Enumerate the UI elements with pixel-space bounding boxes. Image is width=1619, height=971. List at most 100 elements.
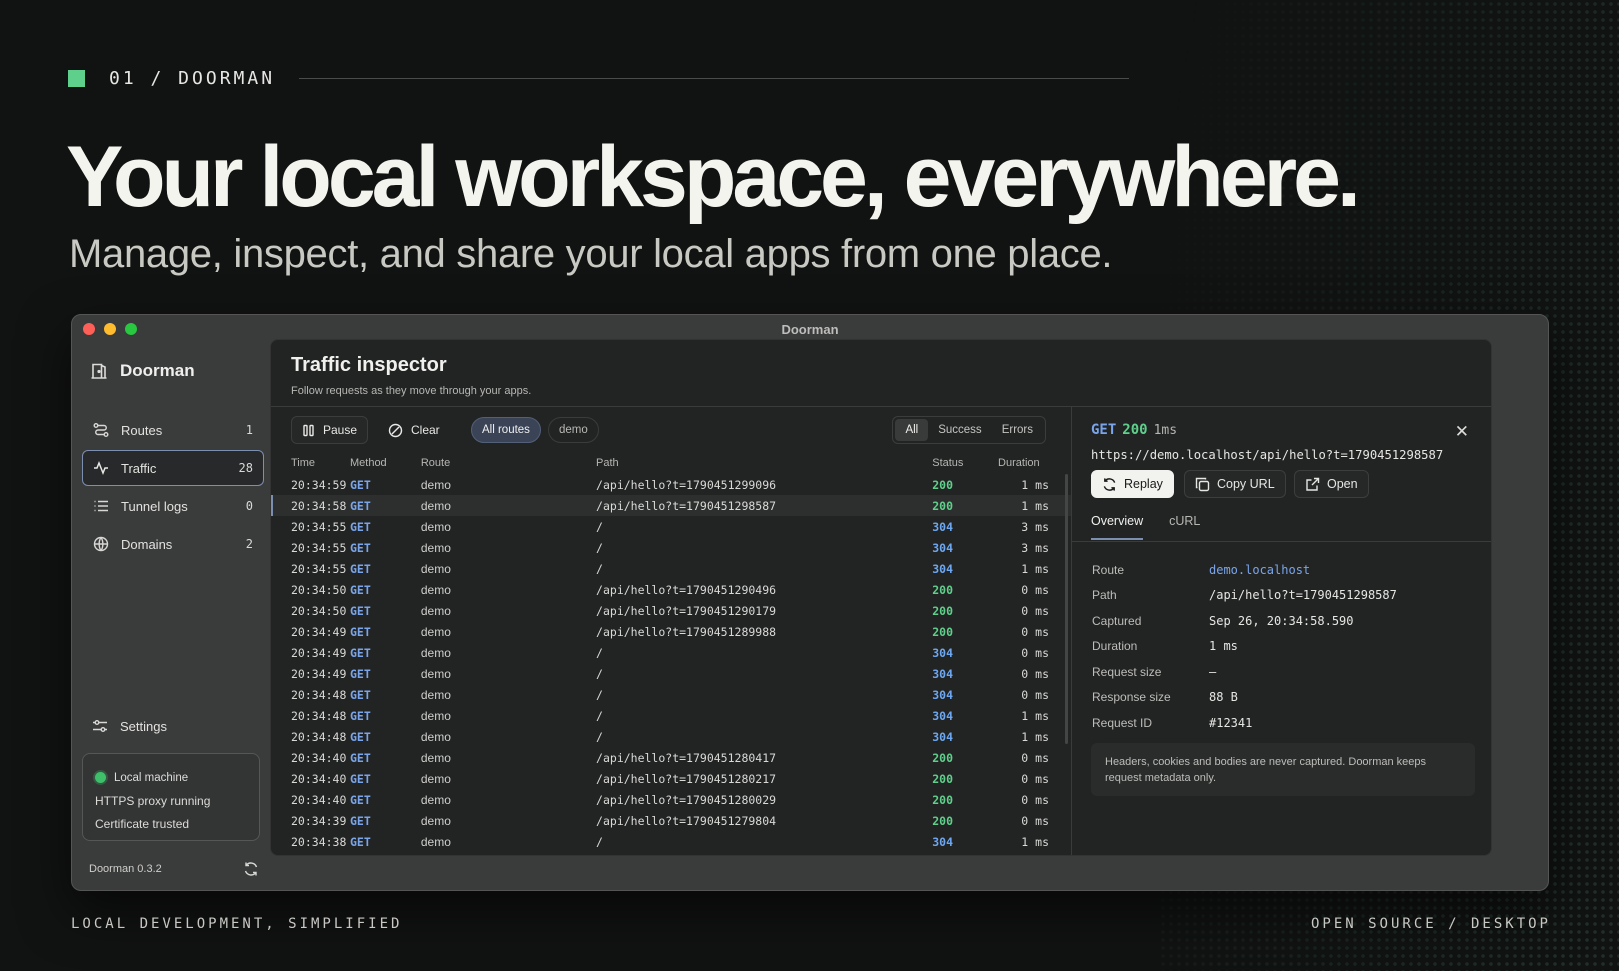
replay-button[interactable]: Replay xyxy=(1091,470,1174,498)
table-row[interactable]: 20:34:39 GET demo/api/hello?t=179045127980… xyxy=(271,810,1071,831)
sidebar-item-traffic[interactable]: Traffic 28 xyxy=(82,450,264,486)
table-row[interactable]: 20:34:49 GET demo / 304 0 ms xyxy=(271,642,1071,663)
tab-curl[interactable]: cURL xyxy=(1169,514,1200,540)
cell-time: 20:34:49 xyxy=(291,645,347,660)
sidebar-item-routes[interactable]: Routes 1 xyxy=(82,412,264,448)
pause-button[interactable]: Pause xyxy=(291,416,369,444)
settings-link[interactable]: Settings xyxy=(92,718,167,734)
cell-method: GET xyxy=(349,519,371,534)
cell-time: 20:34:48 xyxy=(291,729,347,744)
cell-duration: 0 ms xyxy=(1021,666,1049,681)
table-row[interactable]: 20:34:48 GET demo / 304 1 ms xyxy=(271,726,1071,747)
cell-route: demo xyxy=(420,729,451,744)
cell-status: 200 xyxy=(932,477,954,492)
cell-duration: 1 ms xyxy=(1021,834,1049,849)
cell-path: /api/hello?t=1790451298587 xyxy=(596,495,933,516)
table-row[interactable]: 20:34:55 GET demo / 304 1 ms xyxy=(271,558,1071,579)
table-row[interactable]: 20:34:40 GET demo/api/hello?t=179045128002… xyxy=(271,789,1071,810)
table-scrollbar[interactable] xyxy=(1065,474,1068,744)
footer-tagline: LOCAL DEVELOPMENT, SIMPLIFIED xyxy=(71,916,403,932)
table-row[interactable]: 20:34:38 GET demo / 304 1 ms xyxy=(271,831,1071,852)
filter-all-routes[interactable]: All routes xyxy=(471,417,541,443)
cell-status: 200 xyxy=(932,624,954,639)
cell-status: 200 xyxy=(932,813,954,828)
status-label: Certificate trusted xyxy=(95,816,190,831)
column-header[interactable]: Route xyxy=(421,452,596,474)
cell-status: 200 xyxy=(932,792,954,807)
table-row[interactable]: 20:34:55 GET demo / 304 3 ms xyxy=(271,516,1071,537)
sidebar-item-label: Tunnel logs xyxy=(121,498,188,514)
cell-route: demo xyxy=(420,708,451,723)
copy-url-button[interactable]: Copy URL xyxy=(1184,470,1286,498)
column-header[interactable]: Path xyxy=(596,452,932,474)
cell-path: /api/hello?t=1790451290496 xyxy=(596,582,777,597)
cell-path: / xyxy=(596,708,603,723)
traffic-inspector-panel: Traffic inspector Follow requests as the… xyxy=(270,339,1492,856)
cell-time: 20:34:55 xyxy=(291,561,347,576)
status-filter-errors[interactable]: Errors xyxy=(992,419,1043,441)
table-row[interactable]: 20:34:40 GET demo/api/hello?t=179045128041… xyxy=(271,747,1071,768)
sidebar-item-domains[interactable]: Domains 2 xyxy=(82,526,264,562)
table-row[interactable]: 20:34:50 GET demo/api/hello?t=179045129017… xyxy=(271,600,1071,621)
status-label: HTTPS proxy running xyxy=(95,793,211,808)
filter-demo[interactable]: demo xyxy=(548,417,599,443)
open-button[interactable]: Open xyxy=(1294,470,1369,498)
tab-overview[interactable]: Overview xyxy=(1091,514,1144,540)
close-window-button[interactable] xyxy=(83,323,95,335)
eyebrow-rule xyxy=(299,78,1130,79)
table-header-row: Time Method Route Path Status Duration xyxy=(271,452,1071,474)
sidebar-item-count: 28 xyxy=(238,461,253,475)
route-link[interactable]: demo.localhost xyxy=(1209,563,1310,577)
cell-status: 304 xyxy=(932,687,954,702)
divider xyxy=(1072,541,1491,542)
activity-icon xyxy=(94,460,108,476)
table-row[interactable]: 20:34:40 GET demo/api/hello?t=179045128021… xyxy=(271,768,1071,789)
status-filter: All Success Errors xyxy=(892,416,1046,444)
cell-path: /api/hello?t=1790451280029 xyxy=(596,792,777,807)
field-value: /api/hello?t=1790451298587 xyxy=(1209,588,1397,603)
table-row[interactable]: 20:34:48 GET demo / 304 0 ms xyxy=(271,684,1071,705)
column-header[interactable]: Method xyxy=(350,452,421,474)
cell-method: GET xyxy=(349,708,371,723)
table-row[interactable]: 20:34:50 GET demo/api/hello?t=179045129049… xyxy=(271,579,1071,600)
table-row[interactable]: 20:34:48 GET demo / 304 1 ms xyxy=(271,705,1071,726)
sidebar-item-tunnel-logs[interactable]: Tunnel logs 0 xyxy=(82,488,264,524)
table-row[interactable]: 20:34:49 GET demo / 304 0 ms xyxy=(271,663,1071,684)
zoom-window-button[interactable] xyxy=(125,323,137,335)
status-filter-success[interactable]: Success xyxy=(928,419,991,441)
cell-route: demo xyxy=(420,645,451,660)
cell-method: GET xyxy=(349,477,371,492)
cell-status: 304 xyxy=(932,645,954,660)
sidebar: Doorman Routes 1 Traffic 28 Tunnel logs … xyxy=(72,343,270,890)
column-header[interactable]: Status xyxy=(932,452,998,474)
minimize-window-button[interactable] xyxy=(104,323,116,335)
table-row[interactable]: 20:34:49 GET demo/api/hello?t=179045128998… xyxy=(271,621,1071,642)
cell-status: 200 xyxy=(932,750,954,765)
brand: Doorman xyxy=(90,361,195,381)
table-row[interactable]: 20:34:55 GET demo / 304 3 ms xyxy=(271,537,1071,558)
cell-path: /api/hello?t=1790451279804 xyxy=(596,813,777,828)
status-row: HTTPS proxy running xyxy=(95,789,247,812)
cell-time: 20:34:48 xyxy=(291,708,347,723)
table-row[interactable]: 20:34:58 GET demo/api/hello?t=179045129858… xyxy=(271,495,1071,516)
field-key: Route xyxy=(1092,562,1125,577)
copy-url-label: Copy URL xyxy=(1217,477,1275,491)
cell-status: 304 xyxy=(932,519,954,534)
cell-status: 200 xyxy=(932,495,999,516)
status-filter-all[interactable]: All xyxy=(895,419,929,441)
clear-button[interactable]: Clear xyxy=(377,416,451,444)
traffic-table: Time Method Route Path Status Duration 2… xyxy=(271,452,1071,852)
request-url: https://demo.localhost/api/hello?t=17904… xyxy=(1091,448,1444,462)
table-row[interactable]: 20:34:59 GET demo/api/hello?t=179045129909… xyxy=(271,474,1071,495)
refresh-icon[interactable] xyxy=(243,861,259,877)
sidebar-item-count: 0 xyxy=(245,499,253,513)
cell-method: GET xyxy=(349,582,371,597)
column-header[interactable]: Duration xyxy=(998,452,1071,474)
sidebar-item-label: Traffic xyxy=(121,460,157,476)
cell-method: GET xyxy=(349,834,371,849)
close-icon[interactable]: ✕ xyxy=(1455,422,1469,442)
cell-path: /api/hello?t=1790451299096 xyxy=(596,477,777,492)
cell-method: GET xyxy=(349,495,421,516)
column-header[interactable]: Time xyxy=(271,452,350,474)
detail-fields: Route demo.localhost Path/api/hello?t=179… xyxy=(1092,557,1397,736)
